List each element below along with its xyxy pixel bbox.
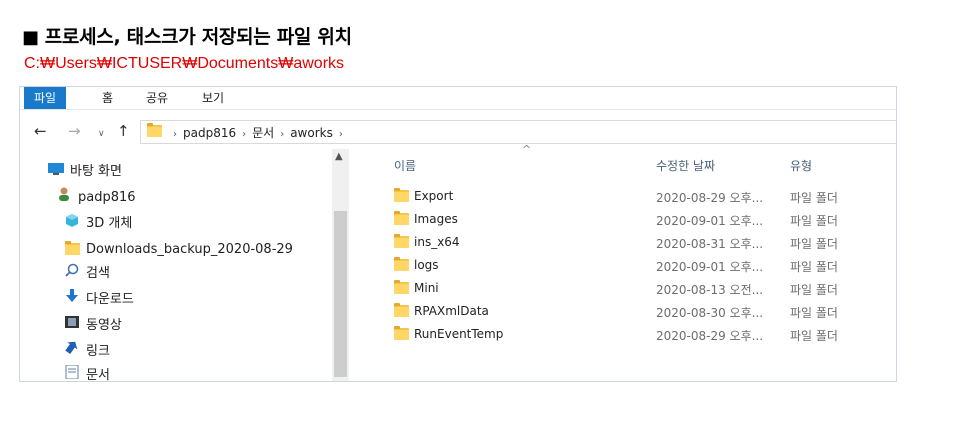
nav-item-label: 검색 [86,266,110,281]
file-name: logs [414,258,439,272]
table-row[interactable]: RunEventTemp 2020-08-29 오후... 파일 폴더 [356,323,876,345]
breadcrumb-item-user[interactable]: padp816 [183,126,236,140]
file-type: 파일 폴더 [790,283,838,297]
file-explorer-window: 파일 홈 공유 보기 ← → ∨ ↑ › padp816 › 문서 › aworks › 바… [19,86,897,382]
nav-item-3d-objects[interactable]: 3D 개체 [64,213,132,235]
breadcrumb-item-aworks[interactable]: aworks [290,126,333,140]
link-icon [64,341,80,363]
download-icon [64,289,80,311]
forward-arrow-icon[interactable]: → [68,121,81,141]
nav-item-videos[interactable]: 동영상 [64,315,122,337]
user-icon [56,187,72,209]
nav-scrollbar[interactable]: ▲ [332,149,349,381]
file-type: 파일 폴더 [790,237,838,251]
nav-item-label: 다운로드 [86,292,134,307]
scrollbar-thumb[interactable] [334,211,347,377]
back-arrow-icon[interactable]: ← [34,121,47,141]
heading-text: 프로세스, 태스크가 저장되는 파일 위치 [44,26,352,48]
folder-icon [64,239,80,261]
nav-item-label: Downloads_backup_2020-08-29 [86,242,293,257]
file-name: Mini [414,281,439,295]
column-header-modified[interactable]: 수정한 날짜 [656,157,715,174]
nav-item-label: 문서 [86,368,110,382]
file-modified: 2020-08-30 오후... [656,306,764,320]
file-modified: 2020-08-31 오후... [656,237,764,251]
table-row[interactable]: logs 2020-09-01 오후... 파일 폴더 [356,254,876,276]
breadcrumb: › padp816 › 문서 › aworks › [173,124,349,141]
address-bar[interactable]: › padp816 › 문서 › aworks › [140,120,896,144]
folder-icon [64,241,80,255]
page-heading: ■ 프로세스, 태스크가 저장되는 파일 위치 [22,22,352,49]
folder-icon [394,211,409,225]
folder-path-text: C:₩Users₩ICTUSER₩Documents₩aworks [24,55,345,72]
nav-item-desktop[interactable]: 바탕 화면 [48,161,122,183]
file-modified: 2020-08-29 오후... [656,329,764,343]
file-name: RPAXmlData [414,304,489,318]
table-row[interactable]: RPAXmlData 2020-08-30 오후... 파일 폴더 [356,300,876,322]
file-modified: 2020-08-13 오전... [656,283,764,297]
nav-item-links[interactable]: 링크 [64,341,110,363]
folder-icon [394,234,409,248]
nav-item-downloads[interactable]: 다운로드 [64,289,134,311]
column-header-name[interactable]: 이름 [394,157,416,174]
table-row[interactable]: ins_x64 2020-08-31 오후... 파일 폴더 [356,231,876,253]
table-row[interactable]: Mini 2020-08-13 오전... 파일 폴더 [356,277,876,299]
table-row[interactable]: Images 2020-09-01 오후... 파일 폴더 [356,208,876,230]
nav-item-label: padp816 [78,190,136,205]
folder-icon [394,280,409,294]
folder-icon [394,257,409,271]
nav-item-label: 바탕 화면 [70,164,122,179]
heading-bullet: ■ [22,27,39,48]
nav-item-downloads-backup[interactable]: Downloads_backup_2020-08-29 [64,239,293,261]
nav-item-label: 링크 [86,344,110,359]
up-arrow-icon[interactable]: ↑ [117,121,130,141]
file-name: ins_x64 [414,235,460,249]
file-modified: 2020-09-01 오후... [656,214,764,228]
file-list: 이름 ^ 수정한 날짜 유형 Export 2020-08-29 오후... 파… [356,143,896,381]
nav-item-documents[interactable]: 문서 [64,364,110,382]
navigation-pane: 바탕 화면 padp816 3D 개체 Downloads_backup_202… [20,149,350,381]
nav-item-search[interactable]: 검색 [64,263,110,285]
column-header-type[interactable]: 유형 [790,157,812,174]
chevron-right-icon: › [280,129,285,140]
sort-caret-icon: ^ [522,143,532,156]
tab-file[interactable]: 파일 [24,87,67,109]
file-type: 파일 폴더 [790,214,838,228]
document-icon [64,364,80,381]
ribbon-tabs: 파일 홈 공유 보기 [20,87,896,110]
recent-chevron-down-icon[interactable]: ∨ [98,124,105,144]
file-type: 파일 폴더 [790,329,838,343]
nav-item-label: 3D 개체 [86,216,133,231]
chevron-right-icon: › [173,129,177,140]
file-type: 파일 폴더 [790,191,838,205]
tab-view[interactable]: 보기 [202,87,224,109]
folder-icon [394,326,409,340]
video-icon [64,315,80,337]
file-name: Export [414,189,454,203]
file-type: 파일 폴더 [790,306,838,320]
file-name: RunEventTemp [414,327,504,341]
file-type: 파일 폴더 [790,260,838,274]
3d-objects-icon [64,213,80,235]
address-folder-icon [147,123,162,137]
folder-icon [394,303,409,317]
table-row[interactable]: Export 2020-08-29 오후... 파일 폴더 [356,185,876,207]
breadcrumb-item-documents[interactable]: 문서 [252,126,274,140]
file-modified: 2020-09-01 오후... [656,260,764,274]
scroll-up-icon[interactable]: ▲ [335,151,343,162]
file-name: Images [414,212,458,226]
folder-icon [394,188,409,202]
file-modified: 2020-08-29 오후... [656,191,764,205]
address-row: ← → ∨ ↑ › padp816 › 문서 › aworks › [20,117,896,147]
search-icon [64,263,80,285]
chevron-right-icon: › [242,129,247,140]
chevron-right-icon: › [338,129,343,140]
nav-item-label: 동영상 [86,318,122,333]
tab-home[interactable]: 홈 [102,87,113,109]
desktop-icon [48,161,64,183]
column-header-name-label: 이름 [394,159,417,173]
nav-item-user[interactable]: padp816 [56,187,136,209]
tab-share[interactable]: 공유 [146,87,168,109]
